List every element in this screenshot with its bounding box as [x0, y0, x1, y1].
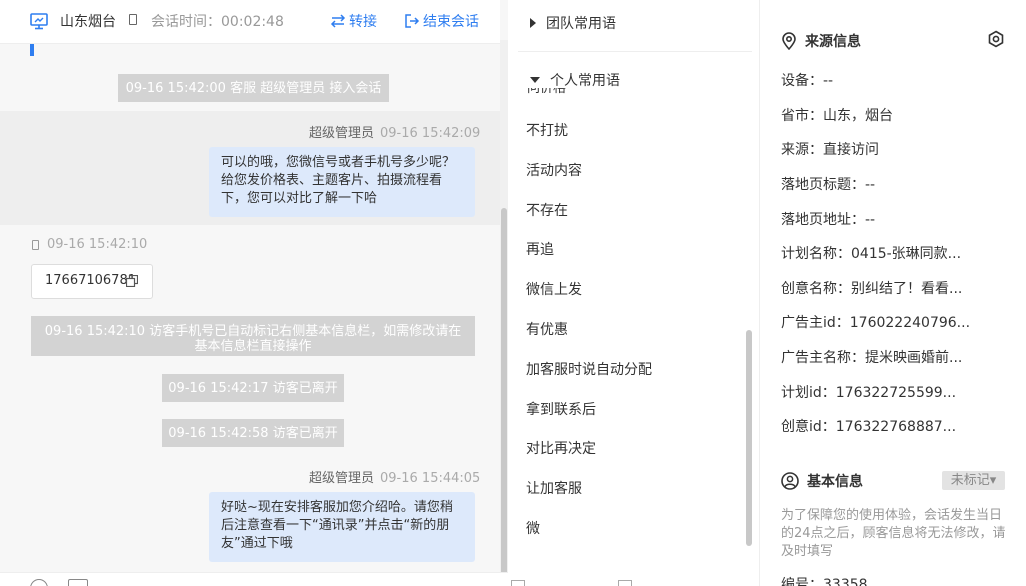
personal-phrases-group[interactable]: 个人常用语 — [530, 70, 620, 90]
end-chat-button[interactable]: 结束会话 — [404, 11, 479, 31]
transfer-icon — [330, 14, 346, 28]
phrase-item[interactable]: 拿到联系后 — [526, 399, 596, 419]
customer-info-panel: 来源信息 设备：-- 省市：山东，烟台 来源：直接访问 落地页标题：-- 落地页… — [761, 0, 1026, 586]
scrollbar-thumb[interactable] — [501, 208, 507, 586]
personal-phrases-label: 个人常用语 — [550, 73, 620, 89]
phone-icon — [32, 239, 39, 250]
agent-message-bubble: 好哒~现在安排客服加您介绍哈。请您稍后注意查看一下“通讯录”并点击“新的朋友”通… — [209, 492, 475, 562]
edit-notice: 为了保障您的使用体验，会话发生当日的24点之后，顾客信息将无法修改，请及时填写 — [781, 508, 1006, 559]
settings-icon[interactable] — [987, 30, 1005, 48]
agent-name-time: 超级管理员 09-16 15:44:05 — [309, 467, 480, 486]
phrase-item[interactable]: 不打扰 — [526, 120, 568, 140]
phrases-scrollbar[interactable] — [746, 330, 752, 546]
copy-icon[interactable] — [126, 275, 138, 287]
team-phrases-group[interactable]: 团队常用语 — [530, 13, 616, 33]
phrase-item[interactable]: 微 — [526, 518, 540, 538]
info-number-label: 编号： — [781, 577, 823, 586]
agent-name: 超级管理员 — [309, 126, 375, 141]
phrase-item[interactable]: 活动内容 — [526, 160, 582, 180]
info-creative-name: 创意名称：别纠结了！看看... — [781, 281, 963, 297]
basic-info-title: 基本信息 — [807, 474, 863, 490]
agent-message-bubble: 可以的哦，您微信号或者手机号多少呢？给您发价格表、主题客片、拍摄流程看下，您可以… — [209, 147, 475, 217]
location-pin-icon — [782, 32, 796, 50]
transfer-button[interactable]: 转接 — [330, 11, 377, 31]
info-device: 设备：-- — [781, 73, 834, 89]
info-plan-name: 计划名称：0415-张琳同款... — [781, 246, 962, 262]
info-province-city: 省市：山东，烟台 — [781, 108, 893, 124]
end-chat-label: 结束会话 — [423, 14, 479, 30]
source-info-header: 来源信息 — [781, 31, 861, 51]
phrase-item[interactable]: 不存在 — [526, 200, 568, 220]
system-message: 09-16 15:42:00 客服 超级管理员 接入会话 — [118, 74, 389, 102]
chat-panel: 山东烟台 会话时间：00:02:48 转接 结束会话 09-16 15:42:0… — [0, 0, 508, 586]
phone-icon — [129, 14, 137, 25]
chat-scrollbar[interactable] — [500, 40, 508, 586]
info-plan-id: 计划id：176322725599... — [781, 385, 957, 401]
system-message: 09-16 15:42:58 访客已离开 — [162, 419, 344, 447]
phrase-item[interactable]: 对比再决定 — [526, 438, 596, 458]
team-phrases-label: 团队常用语 — [546, 16, 616, 32]
basic-info-header: 基本信息 — [781, 471, 863, 491]
message-edge — [30, 44, 34, 56]
visitor-time-row: 09-16 15:42:10 — [32, 237, 147, 252]
info-advertiser-id: 广告主id：176022240796... — [781, 315, 971, 331]
phrase-item[interactable]: 再追 — [526, 239, 554, 259]
caret-down-icon — [530, 77, 540, 83]
message-time: 09-16 15:44:05 — [380, 471, 481, 486]
phrase-item-label: 问价格 — [527, 88, 567, 96]
tag-dropdown[interactable]: 未标记▾ — [942, 471, 1005, 490]
source-info-title: 来源信息 — [805, 34, 861, 50]
info-number: 编号：33358 — [781, 574, 868, 586]
info-number-value: 33358 — [823, 577, 868, 586]
system-message: 09-16 15:42:17 访客已离开 — [162, 374, 344, 402]
phrase-item[interactable]: 让加客服 — [526, 478, 582, 498]
visitor-phone-card[interactable]: 17667106781 — [31, 264, 153, 299]
info-landing-url: 落地页地址：-- — [781, 212, 876, 228]
chat-toolbar — [0, 572, 508, 586]
session-time: 会话时间：00:02:48 — [151, 14, 284, 30]
divider — [518, 51, 752, 52]
chat-header: 山东烟台 会话时间：00:02:48 转接 结束会话 — [0, 0, 500, 44]
emoji-icon[interactable] — [30, 579, 48, 586]
info-landing-title: 落地页标题：-- — [781, 177, 876, 193]
exit-icon — [405, 14, 420, 28]
common-phrases-panel: 团队常用语 个人常用语 问价格 不打扰 活动内容 不存在 再追 微信上发 有优惠… — [508, 0, 760, 586]
visitor-message-time: 09-16 15:42:10 — [47, 237, 148, 252]
info-advertiser-name: 广告主名称：提米映画婚前... — [781, 350, 963, 366]
monitor-icon — [30, 13, 48, 30]
info-source: 来源：直接访问 — [781, 142, 879, 158]
message-time: 09-16 15:42:09 — [380, 126, 481, 141]
toolbar-icon[interactable] — [511, 580, 525, 586]
toolbar-icon[interactable] — [618, 580, 632, 586]
image-icon[interactable] — [68, 579, 88, 586]
info-creative-id: 创意id：176322768887... — [781, 419, 957, 435]
phrase-item-clipped[interactable]: 问价格 — [527, 88, 587, 96]
caret-right-icon — [530, 18, 536, 28]
system-message: 09-16 15:42:10 访客手机号已自动标记右侧基本信息栏，如需修改请在基… — [31, 316, 475, 356]
phrase-item[interactable]: 微信上发 — [526, 279, 582, 299]
transfer-label: 转接 — [349, 14, 377, 30]
phrase-item[interactable]: 有优惠 — [526, 319, 568, 339]
user-circle-icon — [781, 472, 799, 490]
visitor-phone-number: 17667106781 — [45, 273, 136, 288]
agent-name-time: 超级管理员 09-16 15:42:09 — [309, 122, 480, 141]
agent-name: 超级管理员 — [309, 471, 375, 486]
visitor-location: 山东烟台 — [60, 14, 116, 30]
phrase-item[interactable]: 加客服时说自动分配 — [526, 359, 652, 379]
